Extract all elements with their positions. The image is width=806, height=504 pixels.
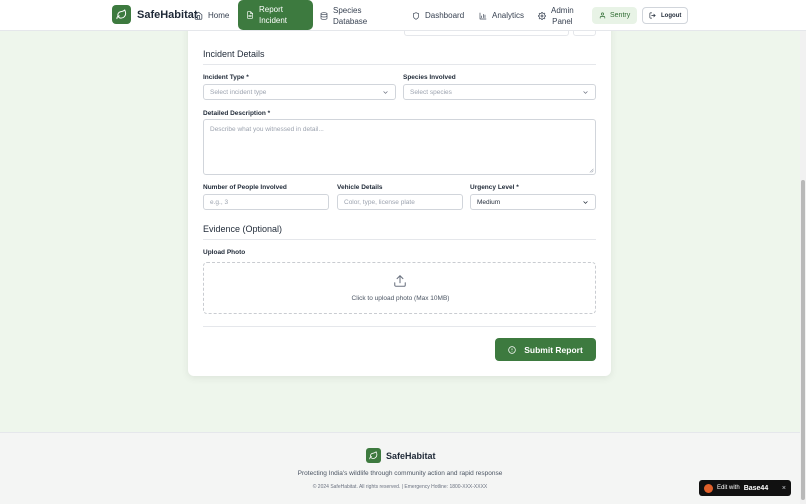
vehicle-input[interactable]: Color, type, license plate	[337, 194, 463, 210]
nav-dashboard[interactable]: Dashboard	[412, 0, 464, 31]
badge-brand: Base44	[743, 484, 769, 492]
logout-label: Logout	[661, 12, 682, 19]
nav-report-line2: Incident	[259, 16, 288, 25]
bar-chart-icon	[479, 12, 487, 19]
gear-icon	[538, 11, 546, 20]
incident-type-select[interactable]: Select incident type	[203, 84, 396, 100]
description-label: Detailed Description *	[203, 110, 271, 117]
partial-field[interactable]	[404, 31, 569, 36]
chevron-down-icon	[583, 201, 588, 204]
nav-dashboard-label: Dashboard	[425, 11, 465, 20]
incident-details-heading: Incident Details	[203, 49, 265, 59]
nav-home[interactable]: Home	[194, 0, 229, 31]
brand-name: SafeHabitat	[137, 8, 198, 21]
alert-circle-icon	[508, 345, 516, 354]
resize-handle-icon[interactable]	[588, 167, 594, 173]
chevron-down-icon	[583, 91, 588, 94]
vehicle-label: Vehicle Details	[337, 184, 383, 191]
partial-field-small[interactable]	[573, 31, 596, 36]
nav-report-line1: Report	[259, 5, 284, 14]
submit-report-button[interactable]: Submit Report	[495, 338, 596, 361]
urgency-select[interactable]: Medium	[470, 194, 596, 210]
file-text-icon	[247, 11, 253, 19]
user-name: Sentry	[610, 12, 631, 19]
nav-home-label: Home	[208, 11, 230, 20]
photo-upload-dropzone[interactable]: Click to upload photo (Max 10MB)	[203, 262, 596, 314]
user-icon	[599, 12, 606, 19]
upload-icon	[394, 275, 406, 287]
section-divider	[203, 64, 596, 65]
chevron-down-icon	[383, 91, 388, 94]
close-icon[interactable]: ×	[782, 485, 786, 492]
vehicle-placeholder: Color, type, license plate	[344, 198, 415, 206]
logout-icon	[649, 12, 656, 19]
nav-species-line1: Species	[333, 5, 362, 15]
incident-type-placeholder: Select incident type	[210, 88, 267, 96]
nav-species-line2: Database	[333, 16, 368, 26]
species-label: Species Involved	[403, 74, 456, 81]
top-nav: SafeHabitat Home Report Incident Species…	[0, 0, 806, 31]
people-input[interactable]: e.g., 3	[203, 194, 329, 210]
brand[interactable]: SafeHabitat	[112, 5, 198, 24]
species-select[interactable]: Select species	[403, 84, 596, 100]
incident-type-label: Incident Type *	[203, 74, 249, 81]
footer-brand-name: SafeHabitat	[386, 450, 436, 461]
people-label: Number of People Involved	[203, 184, 287, 191]
leaf-icon	[112, 5, 131, 24]
nav-admin-line2: Panel	[552, 16, 573, 26]
footer-brand: SafeHabitat	[366, 448, 436, 463]
footer-tagline: Protecting India's wildlife through comm…	[297, 470, 503, 477]
section-divider	[203, 326, 596, 327]
section-divider	[203, 239, 596, 240]
nav-report-incident[interactable]: Report Incident	[238, 0, 313, 30]
nav-admin-line1: Admin	[551, 5, 574, 15]
footer: SafeHabitat Protecting India's wildlife …	[0, 432, 806, 504]
nav-analytics[interactable]: Analytics	[479, 0, 524, 31]
upload-label: Upload Photo	[203, 249, 246, 256]
urgency-label: Urgency Level *	[470, 184, 519, 191]
leaf-icon	[366, 448, 381, 463]
user-badge[interactable]: Sentry	[592, 7, 638, 24]
edit-with-base44-badge[interactable]: Edit with Base44 ×	[699, 480, 791, 496]
home-icon	[194, 11, 203, 20]
scrollbar-thumb[interactable]	[801, 180, 805, 500]
nav-species-database[interactable]: Species Database	[320, 0, 367, 31]
scrollbar[interactable]	[800, 0, 806, 504]
badge-prefix: Edit with	[717, 485, 740, 491]
base44-logo-icon	[704, 483, 713, 493]
submit-label: Submit Report	[524, 344, 583, 355]
logout-button[interactable]: Logout	[642, 7, 689, 24]
shield-icon	[413, 11, 419, 20]
evidence-heading: Evidence (Optional)	[203, 224, 283, 234]
urgency-value: Medium	[477, 198, 501, 206]
species-placeholder: Select species	[410, 88, 452, 96]
nav-admin-panel[interactable]: Admin Panel	[538, 0, 574, 31]
database-icon	[320, 11, 328, 20]
description-placeholder: Describe what you witnessed in detail...	[210, 126, 324, 133]
footer-copyright: © 2024 SafeHabitat. All rights reserved.…	[312, 484, 488, 490]
nav-analytics-label: Analytics	[492, 11, 525, 20]
description-textarea[interactable]: Describe what you witnessed in detail...	[203, 119, 596, 175]
people-placeholder: e.g., 3	[210, 198, 229, 206]
upload-text: Click to upload photo (Max 10MB)	[351, 295, 450, 302]
